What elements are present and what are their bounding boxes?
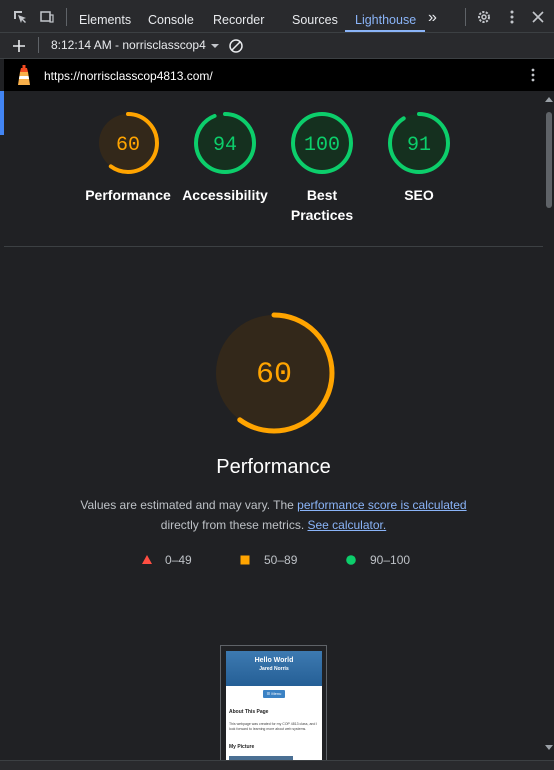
tab-separator	[465, 8, 466, 26]
lighthouse-logo-icon	[14, 65, 34, 90]
legend-range: 90–100	[370, 553, 411, 567]
thumb-subtitle: Jared Norris	[259, 666, 289, 672]
report-selector[interactable]: 8:12:14 AM - norrisclasscop4	[51, 38, 206, 52]
tab-console[interactable]: Console	[148, 0, 194, 33]
active-tab-indicator	[345, 30, 425, 32]
gauge-score: 94	[213, 134, 237, 157]
gauge-performance[interactable]: 60 Performance	[73, 110, 183, 205]
tab-sources[interactable]: Sources	[292, 0, 338, 33]
gauge-seo[interactable]: 91 SEO	[364, 110, 474, 205]
gauge-ring: 60	[97, 112, 159, 174]
gauge-accessibility[interactable]: 94 Accessibility	[170, 110, 280, 205]
device-toolbar-icon[interactable]	[37, 7, 57, 27]
tab-separator	[66, 8, 67, 26]
more-tabs-icon[interactable]: »	[428, 0, 437, 33]
legend-range: 0–49	[165, 553, 192, 567]
legend-pass: 90–100	[345, 552, 410, 568]
performance-description: Values are estimated and may vary. The p…	[60, 495, 487, 535]
gauge-score: 91	[407, 134, 431, 157]
legend-average: 50–89	[239, 552, 297, 568]
scrollbar-thumb[interactable]	[546, 112, 552, 208]
thumb-header: Hello World Jared Norris	[226, 651, 322, 686]
report-url-bar: https://norrisclasscop4813.com/	[4, 59, 554, 91]
gauge-label: Accessibility	[182, 187, 268, 203]
final-screenshot-thumbnail[interactable]: Hello World Jared Norris ☰ Menu About Th…	[220, 645, 327, 769]
performance-score-large: 60	[256, 358, 292, 392]
kebab-menu-icon[interactable]	[502, 7, 522, 27]
see-calculator-link[interactable]: See calculator.	[307, 518, 386, 532]
gauge-ring: 100	[291, 112, 353, 174]
gauge-score: 60	[116, 134, 140, 157]
settings-gear-icon[interactable]	[474, 7, 494, 27]
report-menu-icon[interactable]	[526, 68, 540, 85]
gauge-best-practices[interactable]: 100 Best Practices	[267, 110, 377, 225]
inspect-element-icon[interactable]	[10, 7, 30, 27]
thumb-picture-heading: My Picture	[229, 744, 255, 750]
performance-score-link[interactable]: performance score is calculated	[297, 498, 466, 512]
clear-all-icon[interactable]	[226, 36, 246, 56]
gauge-label: Performance	[85, 187, 171, 203]
devtools-tabbar: Elements Console Recorder Sources Lighth…	[0, 0, 554, 33]
gauge-label: SEO	[404, 187, 434, 203]
scroll-down-arrow-icon[interactable]	[545, 745, 553, 750]
panel-left-gutter	[0, 135, 4, 769]
performance-title: Performance	[216, 456, 331, 478]
desc-prefix: Values are estimated and may vary. The	[80, 498, 298, 512]
gauge-score: 100	[304, 134, 340, 157]
panel-left-edge	[0, 91, 4, 135]
gauge-ring: 91	[388, 112, 450, 174]
desc-middle: directly from these metrics.	[160, 518, 308, 532]
gauge-label: Best Practices	[290, 187, 354, 223]
report-url[interactable]: https://norrisclasscop4813.com/	[44, 69, 213, 83]
lighthouse-toolbar: 8:12:14 AM - norrisclasscop4	[0, 33, 554, 59]
thumb-body: ☰ Menu About This Page This webpage was …	[226, 686, 322, 769]
square-icon	[240, 555, 250, 565]
tab-elements[interactable]: Elements	[79, 0, 131, 33]
close-icon[interactable]	[528, 7, 548, 27]
thumb-about-heading: About This Page	[229, 709, 269, 715]
triangle-icon	[142, 555, 152, 564]
toolbar-separator	[38, 37, 39, 53]
new-report-plus-icon[interactable]	[9, 36, 29, 56]
thumb-menu-button: ☰ Menu	[263, 690, 285, 698]
chevron-down-icon[interactable]	[205, 36, 225, 56]
section-divider	[4, 246, 543, 247]
circle-icon	[346, 555, 356, 565]
legend-range: 50–89	[264, 553, 298, 567]
performance-gauge-large: 60	[212, 311, 336, 438]
thumb-about-text: This webpage was created for my COP 4813…	[229, 722, 318, 731]
tab-lighthouse[interactable]: Lighthouse	[355, 0, 416, 33]
scroll-up-arrow-icon[interactable]	[545, 97, 553, 102]
tab-recorder[interactable]: Recorder	[213, 0, 264, 33]
gauge-ring: 94	[194, 112, 256, 174]
legend-fail: 0–49	[141, 552, 192, 568]
thumb-title: Hello World	[254, 657, 294, 664]
